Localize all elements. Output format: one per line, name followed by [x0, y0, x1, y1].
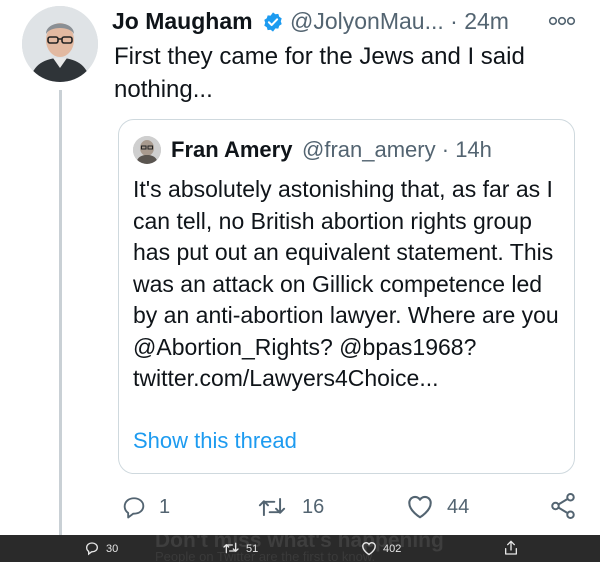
show-thread-link[interactable]: Show this thread — [133, 428, 297, 454]
like-count: 402 — [383, 543, 402, 555]
reply-icon[interactable] — [84, 540, 100, 556]
quoted-author-name[interactable]: Fran Amery — [171, 137, 292, 163]
quoted-author-handle[interactable]: @fran_amery — [302, 137, 436, 162]
like-heart-icon[interactable] — [405, 492, 435, 520]
thread-line — [59, 90, 62, 535]
quoted-tweet-text: It's absolutely astonishing that, as far… — [133, 176, 559, 391]
signup-prompt-subtitle: People on Twitter are the first to know. — [155, 549, 376, 562]
quoted-profile-photo — [133, 136, 161, 164]
reply-icon[interactable] — [120, 493, 148, 521]
profile-photo — [22, 6, 98, 82]
retweet-count: 51 — [246, 543, 259, 555]
bottom-stats-bar: Don't miss what's happening People on Tw… — [0, 535, 600, 562]
tweet-text: First they came for the Jews and I said … — [114, 43, 525, 103]
avatar[interactable] — [22, 6, 98, 82]
retweet-count: 16 — [302, 496, 325, 518]
share-icon[interactable] — [548, 491, 578, 521]
reply-count: 1 — [159, 496, 171, 518]
retweet-icon[interactable] — [222, 540, 240, 556]
like-heart-icon[interactable] — [360, 540, 378, 556]
handle-and-time: @JolyonMau... · 24m — [290, 8, 509, 35]
author-handle[interactable]: @JolyonMau... — [290, 8, 444, 34]
quoted-tweet-time[interactable]: 14h — [455, 137, 492, 162]
quoted-avatar[interactable] — [133, 136, 161, 164]
reply-count: 30 — [106, 543, 119, 555]
verified-badge-icon — [264, 12, 282, 32]
quoted-tweet[interactable]: Fran Amery @fran_amery · 14h It's absolu… — [118, 119, 575, 474]
author-name[interactable]: Jo Maugham — [112, 8, 253, 35]
like-count: 44 — [447, 496, 470, 518]
separator-dot: · — [450, 8, 465, 34]
upload-share-icon[interactable] — [503, 539, 519, 557]
retweet-icon[interactable] — [257, 493, 287, 521]
quoted-handle-and-time: @fran_amery · 14h — [302, 137, 492, 163]
separator-dot: · — [441, 137, 456, 162]
more-options-icon[interactable] — [548, 16, 576, 26]
tweet-time[interactable]: 24m — [464, 8, 509, 34]
